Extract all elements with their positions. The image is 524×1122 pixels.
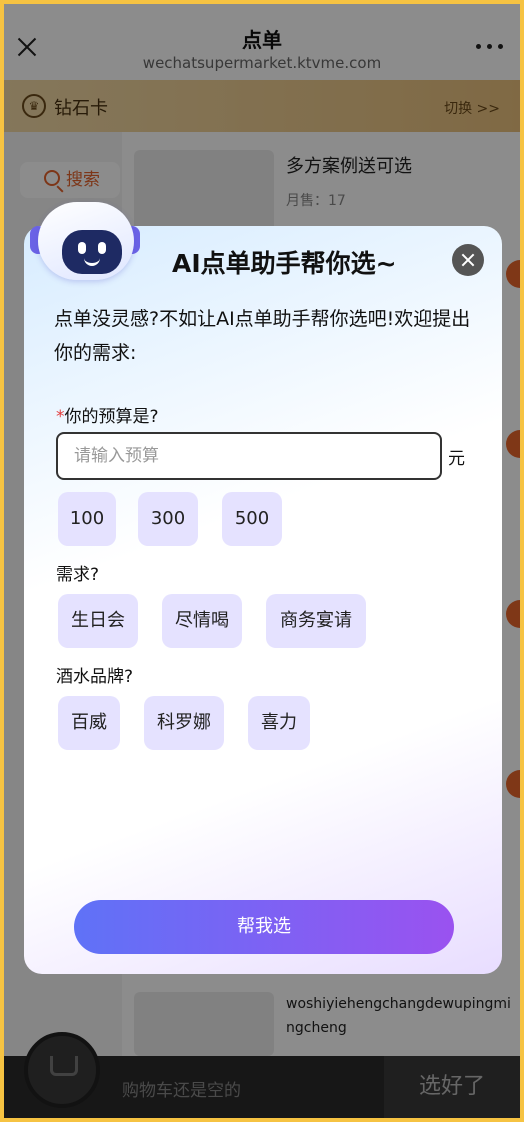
brand-option-budweiser[interactable]: 百威 (58, 696, 120, 750)
need-option-birthday[interactable]: 生日会 (58, 594, 138, 648)
required-mark: * (56, 407, 65, 427)
budget-label-text: 你的预算是? (64, 407, 159, 427)
robot-face (62, 230, 122, 274)
app-frame: 点单 wechatsupermarket.ktvme.com ♛ 钻石卡 切换 … (4, 4, 520, 1118)
budget-option-300[interactable]: 300 (138, 492, 198, 546)
needs-label: 需求? (56, 565, 100, 585)
help-me-choose-button[interactable]: 帮我选 (74, 900, 454, 954)
dialog-close-icon[interactable] (452, 244, 484, 276)
brand-option-corona[interactable]: 科罗娜 (144, 696, 224, 750)
need-option-business[interactable]: 商务宴请 (266, 594, 366, 648)
dialog-title: AI点单助手帮你选~ (172, 249, 397, 278)
budget-input[interactable] (56, 432, 442, 480)
budget-unit: 元 (448, 449, 465, 469)
robot-mascot-icon (30, 196, 140, 288)
brand-option-heineken[interactable]: 喜力 (248, 696, 310, 750)
robot-smile (84, 258, 100, 266)
robot-eye (78, 242, 86, 254)
budget-label: *你的预算是? (56, 402, 159, 427)
robot-eye (98, 242, 106, 254)
dialog-intro: 点单没灵感?不如让AI点单助手帮你选吧!欢迎提出你的需求: (54, 308, 471, 364)
brand-label: 酒水品牌? (56, 667, 134, 687)
robot-head (38, 202, 134, 280)
budget-option-500[interactable]: 500 (222, 492, 282, 546)
budget-option-100[interactable]: 100 (58, 492, 116, 546)
need-option-drink[interactable]: 尽情喝 (162, 594, 242, 648)
